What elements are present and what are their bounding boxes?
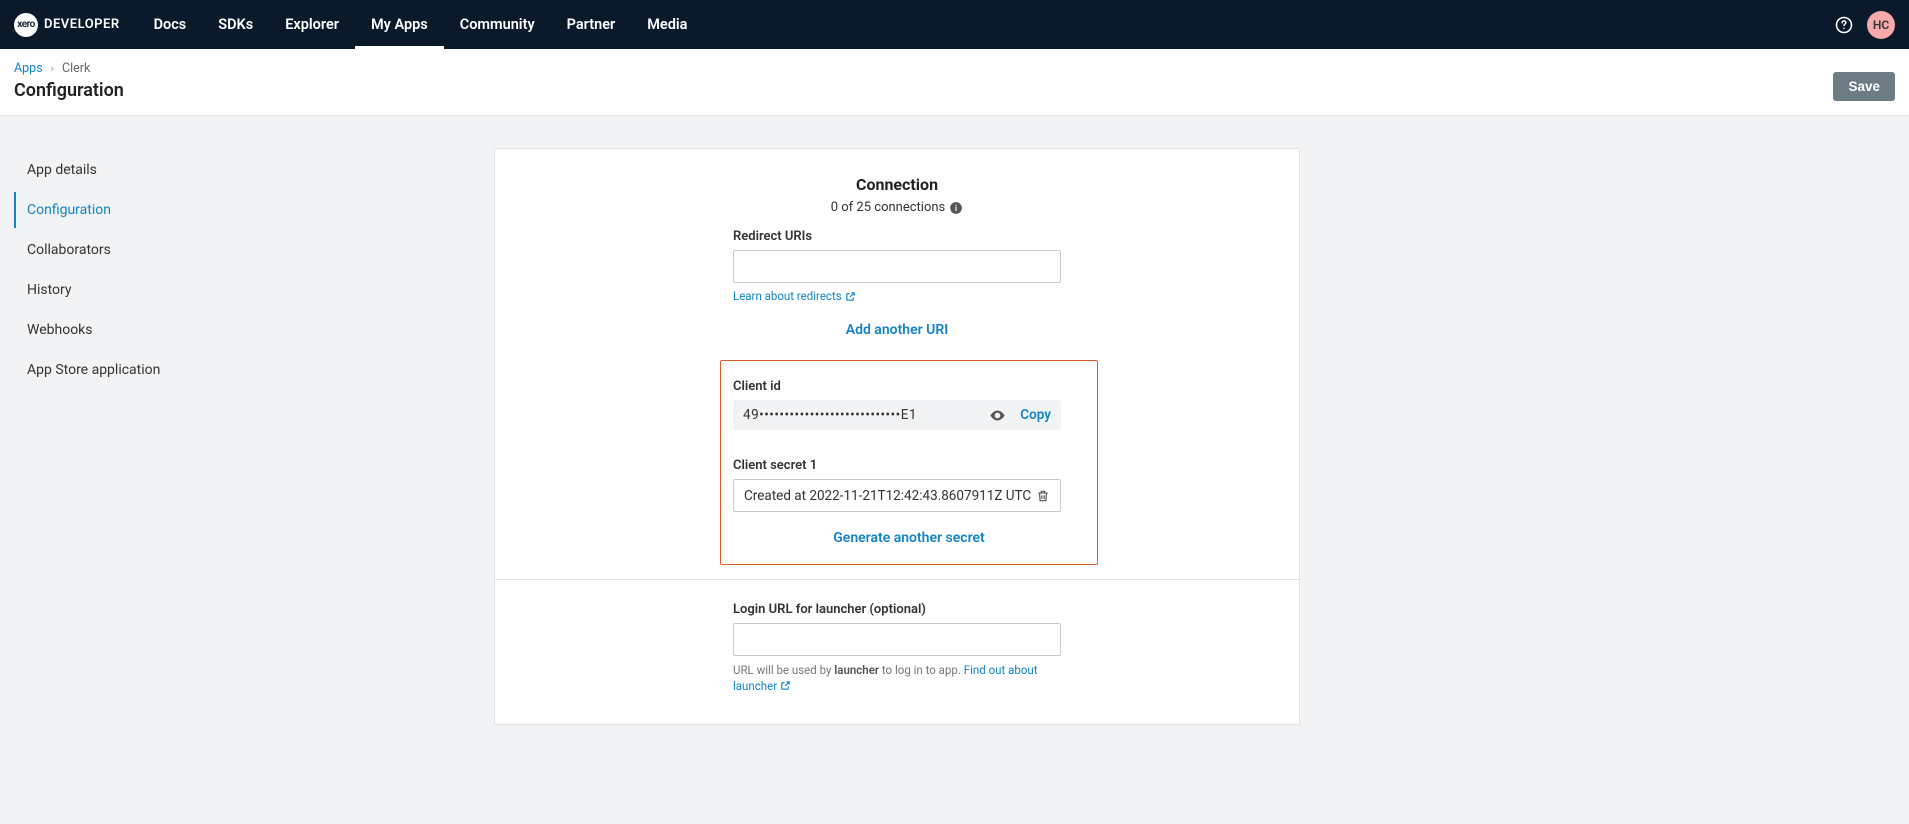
external-link-icon: [845, 291, 856, 302]
client-id-actions: Copy: [989, 407, 1051, 424]
redirect-uri-input[interactable]: [733, 250, 1061, 283]
sidenav-item-collaborators[interactable]: Collaborators: [14, 232, 494, 268]
eye-icon[interactable]: [989, 407, 1006, 424]
redirect-uris-label: Redirect URIs: [733, 229, 1061, 244]
top-nav-left: xero DEVELOPER DocsSDKsExplorerMy AppsCo…: [14, 0, 703, 49]
main-card: Connection 0 of 25 connections Redirect …: [494, 148, 1300, 725]
nav-item-partner[interactable]: Partner: [551, 0, 632, 49]
nav-item-community[interactable]: Community: [444, 0, 551, 49]
help-icon[interactable]: [1835, 16, 1853, 34]
nav-item-explorer[interactable]: Explorer: [269, 0, 355, 49]
client-id-field: 49••••••••••••••••••••••••••••E1 Copy: [733, 400, 1061, 430]
add-another-uri-link[interactable]: Add another URI: [495, 322, 1299, 338]
connection-count: 0 of 25 connections: [831, 200, 964, 215]
trash-icon[interactable]: [1036, 489, 1050, 503]
sidenav-item-app-store-application[interactable]: App Store application: [14, 352, 494, 388]
client-secret-field: Created at 2022-11-21T12:42:43.8607911Z …: [733, 479, 1061, 512]
external-link-icon: [780, 680, 791, 691]
top-nav: xero DEVELOPER DocsSDKsExplorerMy AppsCo…: [0, 0, 1909, 49]
sidenav-item-webhooks[interactable]: Webhooks: [14, 312, 494, 348]
generate-secret-link[interactable]: Generate another secret: [733, 530, 1085, 546]
breadcrumb-root[interactable]: Apps: [14, 61, 43, 76]
nav-item-docs[interactable]: Docs: [138, 0, 203, 49]
client-id-value: 49••••••••••••••••••••••••••••E1: [743, 407, 989, 423]
sidenav-item-app-details[interactable]: App details: [14, 152, 494, 188]
side-nav: App details Configuration Collaborators His…: [14, 148, 494, 392]
login-hint: URL will be used by launcher to log in t…: [733, 662, 1061, 694]
login-hint-strong: launcher: [834, 663, 879, 677]
logo-circle: xero: [14, 13, 38, 37]
learn-redirects-text: Learn about redirects: [733, 289, 842, 303]
body: App details Configuration Collaborators His…: [0, 116, 1909, 765]
learn-redirects-link[interactable]: Learn about redirects: [733, 289, 856, 303]
sub-header: Apps › Clerk Configuration Save: [0, 49, 1909, 116]
breadcrumb-current: Clerk: [62, 61, 90, 76]
chevron-right-icon: ›: [51, 62, 54, 75]
nav-items: DocsSDKsExplorerMy AppsCommunityPartnerM…: [138, 0, 704, 49]
nav-item-my-apps[interactable]: My Apps: [355, 0, 444, 49]
sidenav-item-history[interactable]: History: [14, 272, 494, 308]
save-button[interactable]: Save: [1833, 72, 1895, 101]
sidenav-item-configuration[interactable]: Configuration: [14, 192, 494, 228]
login-hint-suffix: to log in to app.: [879, 663, 964, 677]
info-icon[interactable]: [949, 201, 963, 215]
login-section: Login URL for launcher (optional) URL wi…: [495, 580, 1299, 724]
connection-header: Connection 0 of 25 connections: [495, 175, 1299, 215]
login-block: Login URL for launcher (optional) URL wi…: [733, 602, 1061, 694]
login-hint-prefix: URL will be used by: [733, 663, 834, 677]
breadcrumb: Apps › Clerk: [14, 61, 124, 76]
credentials-highlight: Client id 49••••••••••••••••••••••••••••…: [720, 360, 1098, 565]
brand-logo[interactable]: xero DEVELOPER: [14, 13, 120, 37]
login-url-label: Login URL for launcher (optional): [733, 602, 1061, 617]
connection-title: Connection: [495, 175, 1299, 194]
connection-count-text: 0 of 25 connections: [831, 200, 946, 215]
client-secret-value: Created at 2022-11-21T12:42:43.8607911Z …: [744, 488, 1031, 504]
nav-item-media[interactable]: Media: [631, 0, 703, 49]
client-secret-label: Client secret 1: [733, 458, 1085, 473]
avatar[interactable]: HC: [1867, 11, 1895, 39]
page-title: Configuration: [14, 80, 124, 101]
login-url-input[interactable]: [733, 623, 1061, 656]
nav-item-sdks[interactable]: SDKs: [202, 0, 269, 49]
client-id-label: Client id: [733, 379, 1085, 394]
brand-text: DEVELOPER: [44, 17, 120, 32]
header-left: Apps › Clerk Configuration: [14, 61, 124, 101]
copy-client-id-button[interactable]: Copy: [1020, 407, 1051, 423]
top-nav-right: HC: [1835, 11, 1895, 39]
redirect-block: Redirect URIs Learn about redirects: [733, 229, 1061, 304]
